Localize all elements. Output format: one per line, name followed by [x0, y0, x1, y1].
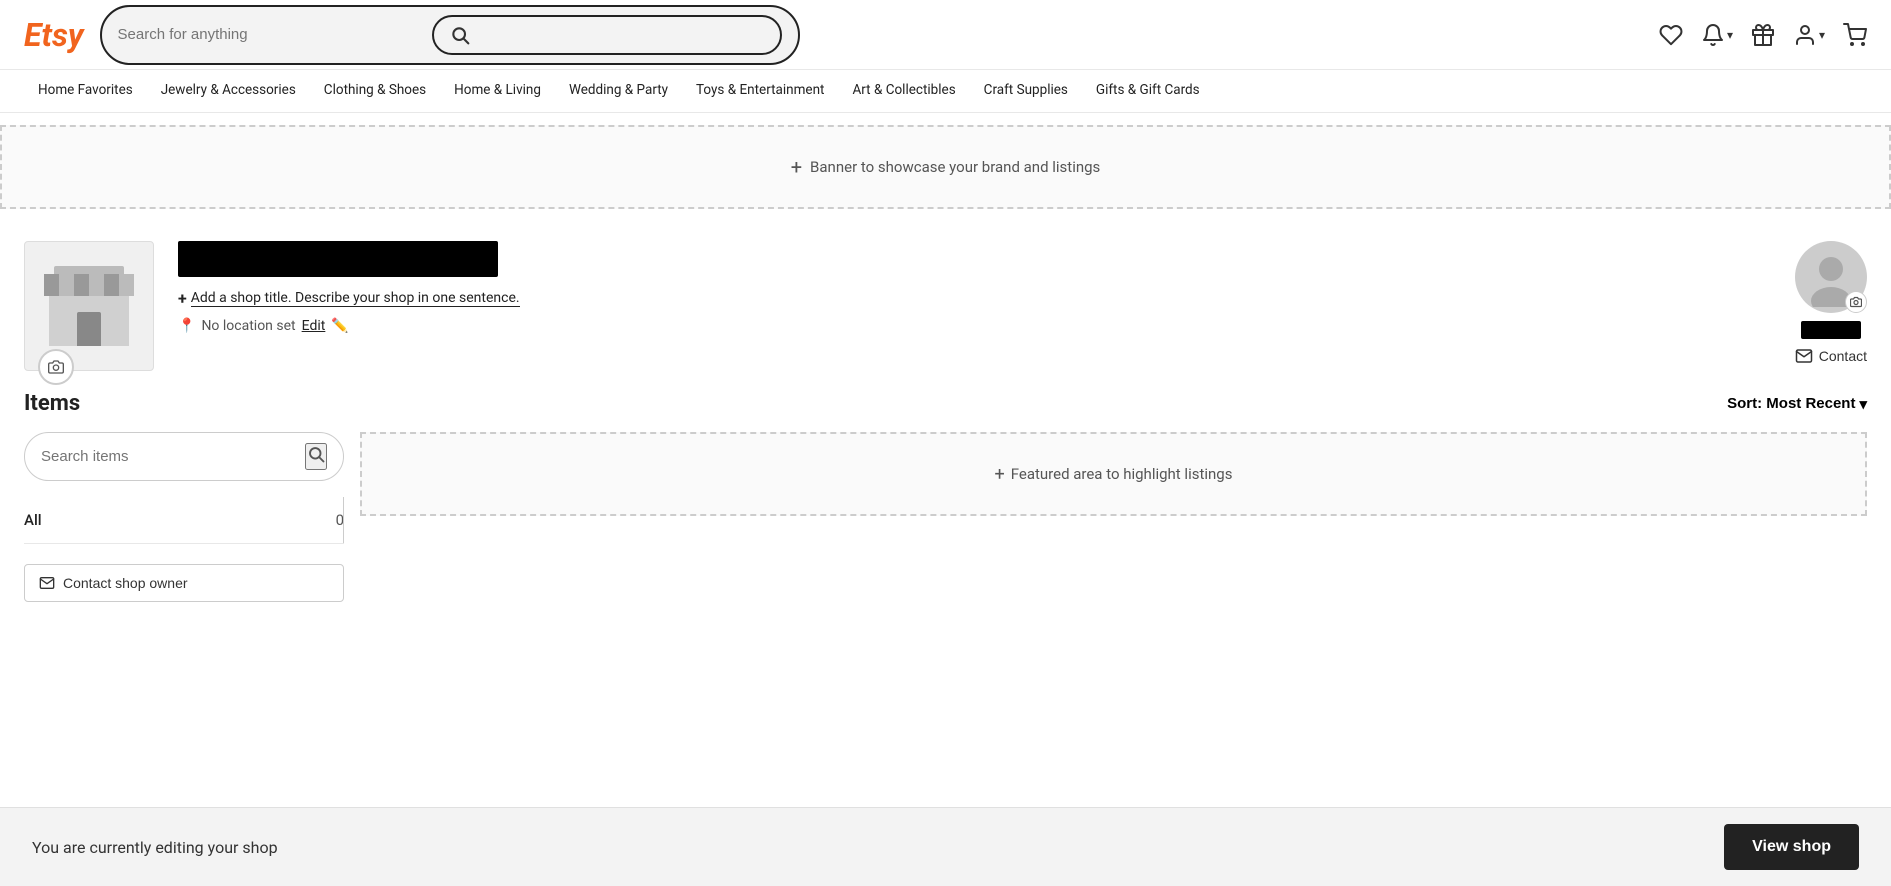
shop-info: + Add a shop title. Describe your shop i… — [178, 241, 1867, 334]
vertical-divider — [343, 497, 344, 543]
add-title-row: + Add a shop title. Describe your shop i… — [178, 289, 1867, 308]
avatar-wrap — [1795, 241, 1867, 313]
heart-icon — [1659, 23, 1683, 47]
search-icon — [450, 25, 470, 45]
featured-label: Featured area to highlight listings — [1011, 465, 1233, 483]
main-search-input[interactable] — [118, 26, 432, 43]
nav-item-home-favorites[interactable]: Home Favorites — [24, 70, 147, 112]
shop-logo-wrap — [24, 241, 154, 371]
contact-shop-owner-label: Contact shop owner — [63, 575, 188, 591]
username-redacted — [1801, 321, 1861, 339]
location-text: No location set — [201, 318, 295, 334]
featured-area[interactable]: + Featured area to highlight listings — [360, 432, 1867, 516]
banner-area[interactable]: + Banner to showcase your brand and list… — [0, 125, 1891, 209]
nav-item-art[interactable]: Art & Collectibles — [838, 70, 969, 112]
cart-icon — [1843, 23, 1867, 47]
gift-icon — [1751, 23, 1775, 47]
avatar-camera-button[interactable] — [1845, 291, 1867, 313]
view-shop-button[interactable]: View shop — [1724, 824, 1859, 870]
header-icons: ▾ ▾ — [1659, 23, 1867, 47]
shop-profile: + Add a shop title. Describe your shop i… — [0, 221, 1891, 391]
bell-icon — [1701, 23, 1725, 47]
bell-chevron: ▾ — [1727, 28, 1733, 42]
user-button[interactable]: ▾ — [1793, 23, 1825, 47]
cart-button[interactable] — [1843, 23, 1867, 47]
bottom-bar: You are currently editing your shop View… — [0, 807, 1891, 886]
contact-label: Contact — [1819, 348, 1867, 364]
contact-button[interactable]: Contact — [1795, 347, 1867, 365]
main-search-bar — [100, 5, 800, 65]
banner-label: Banner to showcase your brand and listin… — [810, 158, 1100, 176]
favorites-button[interactable] — [1659, 23, 1683, 47]
items-left: All 0 Contact shop owner — [24, 432, 344, 602]
sort-dropdown[interactable]: Sort: Most Recent ▾ — [1727, 395, 1867, 413]
shop-logo-camera-button[interactable] — [38, 349, 74, 385]
search-items-button[interactable] — [305, 443, 327, 470]
nav-item-clothing[interactable]: Clothing & Shoes — [310, 70, 440, 112]
all-label: All — [24, 511, 42, 529]
camera-icon — [48, 359, 64, 375]
contact-shop-envelope-icon — [39, 575, 55, 591]
nav-item-jewelry[interactable]: Jewelry & Accessories — [147, 70, 310, 112]
etsy-logo[interactable]: Etsy — [24, 16, 84, 54]
notifications-button[interactable]: ▾ — [1701, 23, 1733, 47]
sort-chevron-icon: ▾ — [1859, 395, 1867, 413]
nav-item-craft[interactable]: Craft Supplies — [970, 70, 1082, 112]
contact-shop-owner-button[interactable]: Contact shop owner — [24, 564, 344, 602]
gift-button[interactable] — [1751, 23, 1775, 47]
store-top — [54, 266, 124, 274]
nav-bar: Home Favorites Jewelry & Accessories Clo… — [0, 70, 1891, 113]
search-items-input[interactable] — [41, 448, 305, 465]
add-title-link[interactable]: Add a shop title. Describe your shop in … — [191, 290, 520, 307]
banner-plus-icon: + — [791, 155, 802, 179]
store-awning — [44, 274, 134, 296]
sort-label: Sort: Most Recent — [1727, 395, 1855, 412]
nav-item-toys[interactable]: Toys & Entertainment — [682, 70, 838, 112]
nav-item-gifts[interactable]: Gifts & Gift Cards — [1082, 70, 1214, 112]
featured-plus-icon: + — [995, 464, 1005, 485]
all-row: All 0 — [24, 497, 344, 544]
main-search-button[interactable] — [432, 15, 782, 55]
nav-item-wedding[interactable]: Wedding & Party — [555, 70, 682, 112]
avatar-camera-icon — [1850, 296, 1862, 308]
user-chevron: ▾ — [1819, 28, 1825, 42]
nav-item-home-living[interactable]: Home & Living — [440, 70, 555, 112]
editing-message: You are currently editing your shop — [32, 838, 278, 857]
envelope-icon — [1795, 347, 1813, 365]
shop-title-redacted — [178, 241, 498, 277]
header: Etsy ▾ ▾ — [0, 0, 1891, 70]
shop-right: Contact — [1795, 241, 1867, 365]
store-body — [49, 296, 129, 346]
location-icon: 📍 — [178, 318, 195, 334]
items-section: Items Sort: Most Recent ▾ All 0 — [0, 391, 1891, 618]
store-door — [77, 312, 101, 346]
location-row: 📍 No location set Edit ✏️ — [178, 318, 1867, 334]
store-icon — [44, 266, 134, 346]
items-title: Items — [24, 391, 80, 416]
search-items-icon — [307, 445, 325, 463]
user-icon — [1793, 23, 1817, 47]
add-plus-icon: + — [178, 289, 187, 308]
location-edit-link[interactable]: Edit — [302, 318, 326, 334]
items-header: Items Sort: Most Recent ▾ — [24, 391, 1867, 416]
shop-logo — [24, 241, 154, 371]
items-layout: All 0 Contact shop owner + Featured area… — [24, 432, 1867, 602]
pencil-icon[interactable]: ✏️ — [331, 318, 348, 334]
search-items-bar — [24, 432, 344, 481]
